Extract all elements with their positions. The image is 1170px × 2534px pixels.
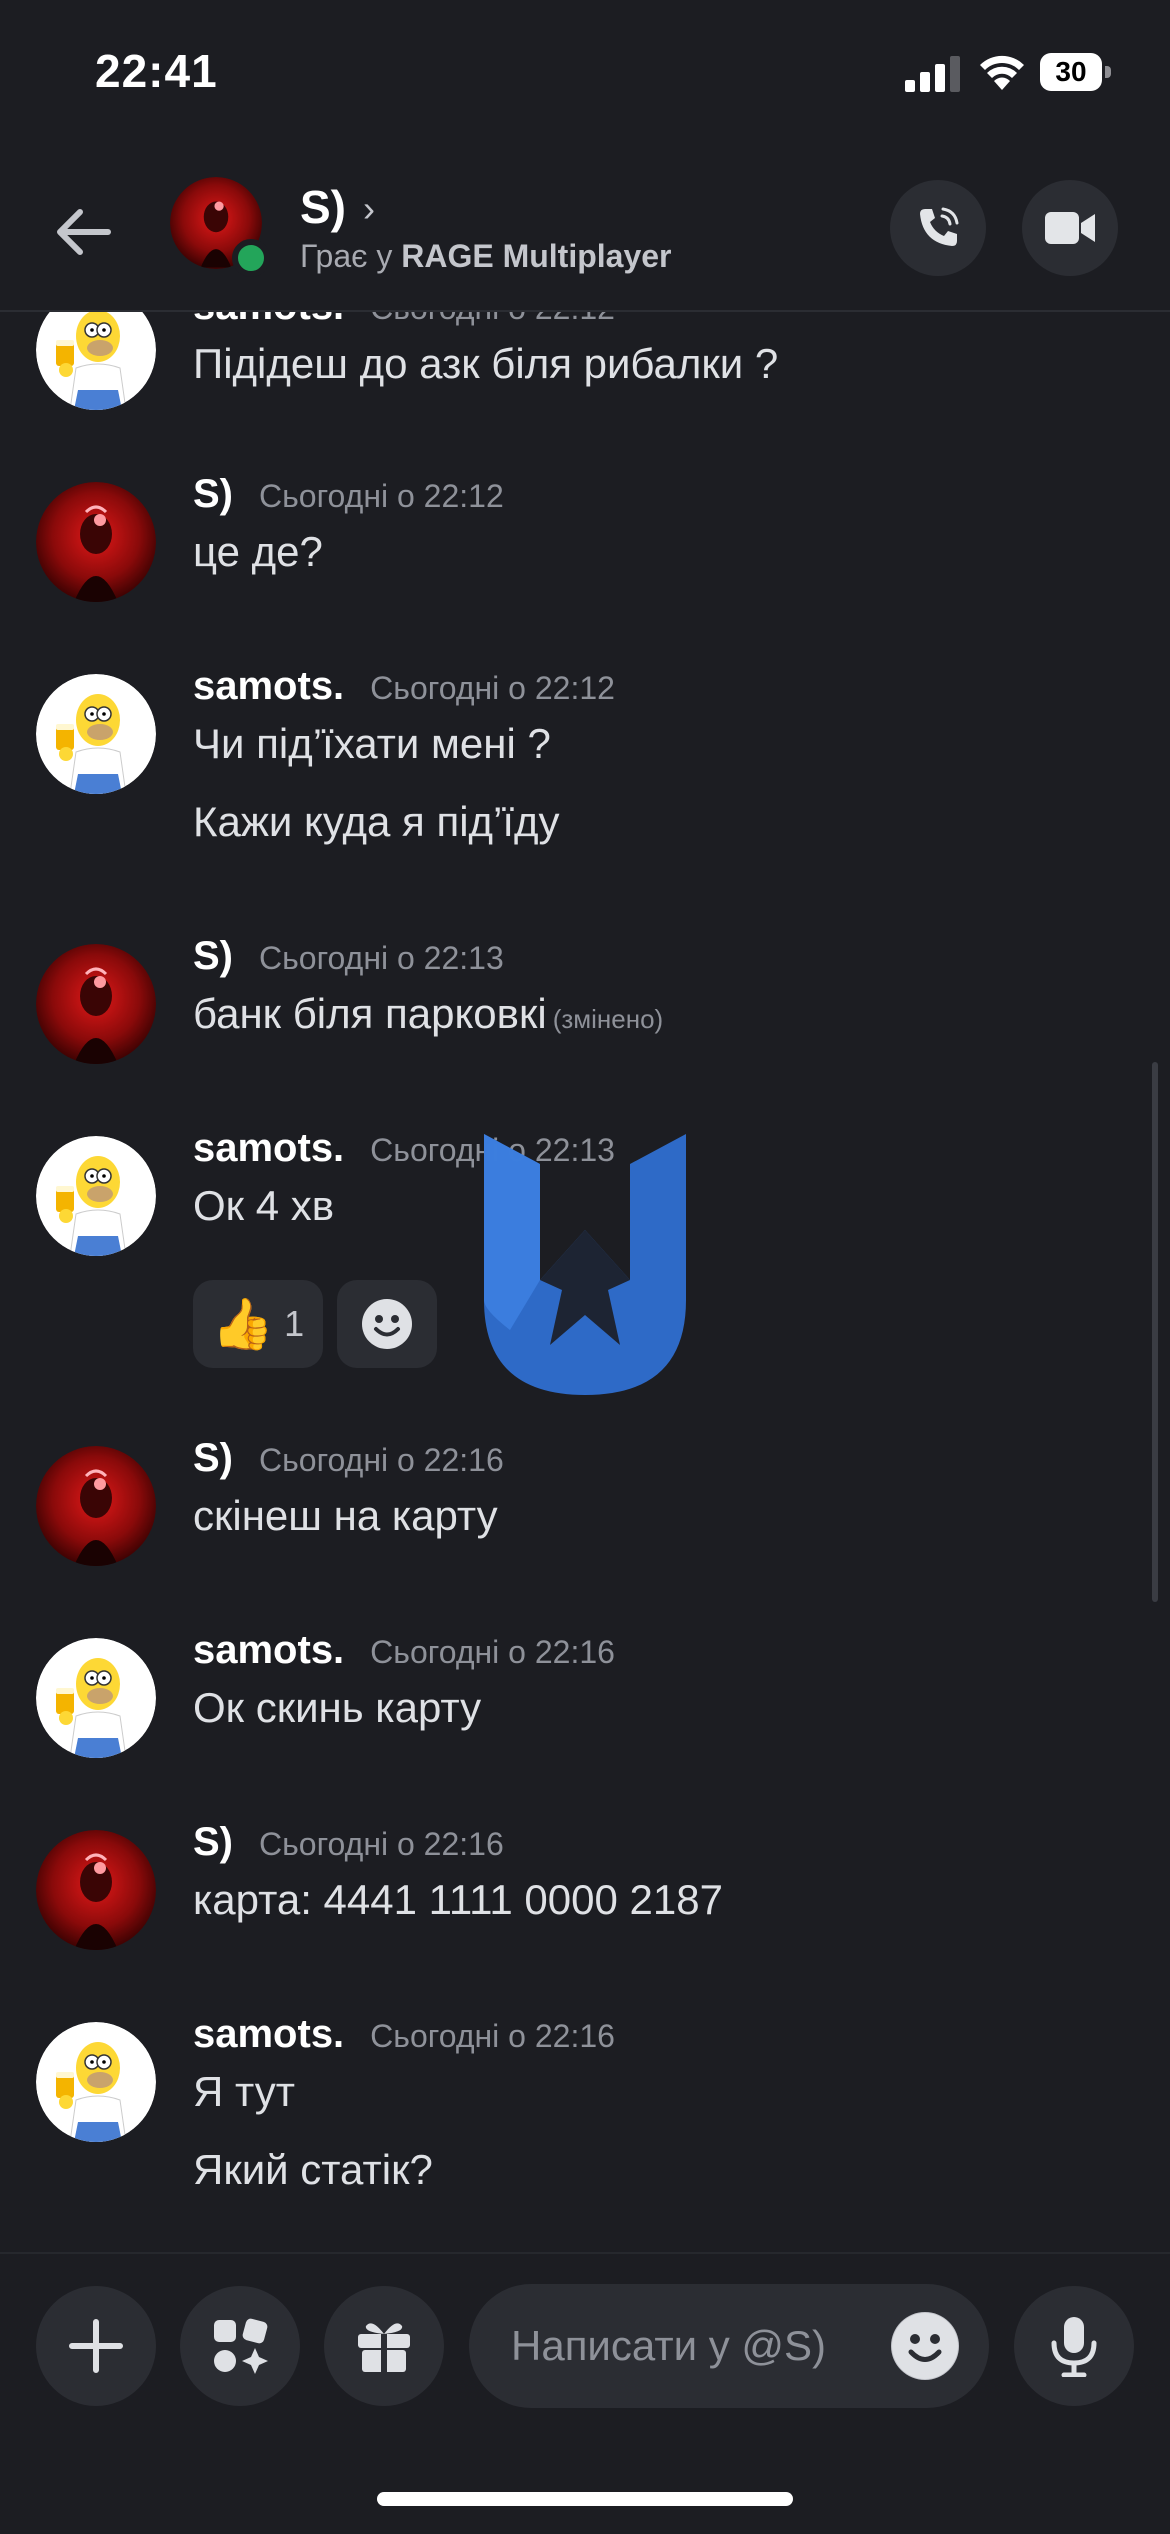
red-avatar-image — [36, 1830, 156, 1950]
message-header: samots. Сьогодні о 22:16 — [193, 2012, 615, 2057]
message-text: банк біля парковкі (змінено) — [193, 990, 663, 1038]
author-name[interactable]: S) — [193, 1436, 233, 1480]
author-name[interactable]: samots. — [193, 312, 344, 328]
message-header: S) Сьогодні о 22:12 — [193, 472, 504, 517]
author-name[interactable]: samots. — [193, 2012, 344, 2056]
timestamp: Сьогодні о 22:12 — [259, 478, 504, 514]
message-header: samots. Сьогодні о 22:12 — [193, 664, 615, 709]
emoji-button[interactable] — [891, 2312, 959, 2380]
timestamp: Сьогодні о 22:16 — [370, 2018, 615, 2054]
message-text-body: банк біля парковкі — [193, 990, 547, 1037]
gift-icon — [358, 2323, 410, 2372]
timestamp: Сьогодні о 22:16 — [259, 1826, 504, 1862]
wifi-icon — [980, 55, 1024, 90]
gift-button[interactable] — [324, 2286, 444, 2406]
video-call-button[interactable] — [1022, 180, 1118, 276]
avatar[interactable] — [36, 482, 156, 602]
chat-header: S) › Грає у RAGE Multiplayer — [0, 150, 1170, 312]
voice-call-button[interactable] — [890, 180, 986, 276]
contact-activity: Грає у RAGE Multiplayer — [300, 238, 672, 275]
avatar[interactable] — [36, 312, 156, 410]
message-text: Який статік? — [193, 2146, 433, 2193]
message-text: Підідеш до азк біля рибалки ? — [193, 340, 779, 387]
scrollbar[interactable] — [1152, 1062, 1158, 1602]
reaction-count: 1 — [284, 1303, 305, 1344]
status-time: 22:41 — [95, 45, 218, 97]
message-text: скінеш на карту — [193, 1492, 498, 1539]
reaction-bar: 👍 1 — [193, 1280, 493, 1368]
timestamp: Сьогодні о 22:12 — [370, 670, 615, 706]
add-reaction-button[interactable] — [337, 1280, 437, 1368]
homer-avatar-image — [36, 312, 156, 410]
video-camera-icon — [1045, 212, 1095, 244]
avatar[interactable] — [36, 1136, 156, 1256]
red-avatar-image — [36, 944, 156, 1064]
message-text: Кажи куда я під’їду — [193, 798, 560, 845]
home-indicator[interactable] — [377, 2492, 793, 2506]
homer-avatar-image — [36, 2022, 156, 2142]
message-header: samots. Сьогодні о 22:16 — [193, 1628, 615, 1673]
chevron-right-icon[interactable]: › — [363, 188, 375, 230]
timestamp: Сьогодні о 22:16 — [370, 1634, 615, 1670]
avatar[interactable] — [36, 1446, 156, 1566]
microphone-icon — [1051, 2317, 1097, 2377]
author-name[interactable]: S) — [193, 1820, 233, 1864]
message-text: Чи під’їхати мені ? — [193, 720, 551, 767]
red-avatar-image — [36, 1446, 156, 1566]
activity-game: RAGE Multiplayer — [401, 238, 672, 274]
message-text: карта: 4441 1111 0000 2187 — [193, 1876, 723, 1923]
shield-star-logo — [484, 1134, 686, 1395]
message-text: Ок скинь карту — [193, 1684, 482, 1731]
message-text: це де? — [193, 528, 323, 575]
plus-icon — [69, 2319, 123, 2373]
timestamp: Сьогодні о 22:13 — [259, 940, 504, 976]
battery-level: 30 — [1040, 53, 1102, 91]
smiley-icon — [362, 1299, 412, 1349]
author-name[interactable]: S) — [193, 472, 233, 516]
voice-message-button[interactable] — [1014, 2286, 1134, 2406]
smiley-icon — [892, 2313, 958, 2379]
apps-button[interactable] — [180, 2286, 300, 2406]
author-name[interactable]: samots. — [193, 1628, 344, 1672]
message-header: samots. Сьогодні о 22:12 — [193, 312, 615, 329]
status-bar: 22:41 30 — [0, 0, 1170, 150]
avatar[interactable] — [36, 1638, 156, 1758]
thumbs-up-emoji: 👍 — [211, 1296, 275, 1352]
message-text: Ок 4 хв — [193, 1182, 335, 1229]
message-header: S) Сьогодні о 22:16 — [193, 1820, 504, 1865]
contact-name[interactable]: S) — [300, 180, 346, 234]
message-header: S) Сьогодні о 22:13 — [193, 934, 504, 979]
timestamp: Сьогодні о 22:16 — [259, 1442, 504, 1478]
avatar[interactable] — [36, 1830, 156, 1950]
attach-button[interactable] — [36, 2286, 156, 2406]
apps-icon — [214, 2318, 268, 2374]
timestamp: Сьогодні о 22:12 — [370, 312, 615, 326]
homer-avatar-image — [36, 1136, 156, 1256]
avatar[interactable] — [36, 2022, 156, 2142]
author-name[interactable]: samots. — [193, 1126, 344, 1170]
contact-avatar[interactable] — [170, 177, 270, 277]
edited-label: (змінено) — [552, 1004, 664, 1034]
phone-icon — [920, 207, 959, 246]
message-header: S) Сьогодні о 22:16 — [193, 1436, 504, 1481]
cellular-signal-icon — [905, 56, 960, 92]
reaction-thumbs-up[interactable]: 👍 1 — [193, 1280, 323, 1368]
homer-avatar-image — [36, 674, 156, 794]
red-avatar-image — [36, 482, 156, 602]
activity-prefix: Грає у — [300, 238, 393, 274]
battery-icon: 30 — [1040, 53, 1112, 91]
message-text: Я тут — [193, 2068, 295, 2115]
avatar[interactable] — [36, 674, 156, 794]
homer-avatar-image — [36, 1638, 156, 1758]
author-name[interactable]: S) — [193, 934, 233, 978]
message-input[interactable]: Написати у @S) — [469, 2284, 989, 2408]
author-name[interactable]: samots. — [193, 664, 344, 708]
avatar[interactable] — [36, 944, 156, 1064]
online-status-dot — [232, 239, 270, 277]
message-input-placeholder: Написати у @S) — [511, 2322, 826, 2369]
back-arrow-icon[interactable] — [52, 200, 116, 264]
